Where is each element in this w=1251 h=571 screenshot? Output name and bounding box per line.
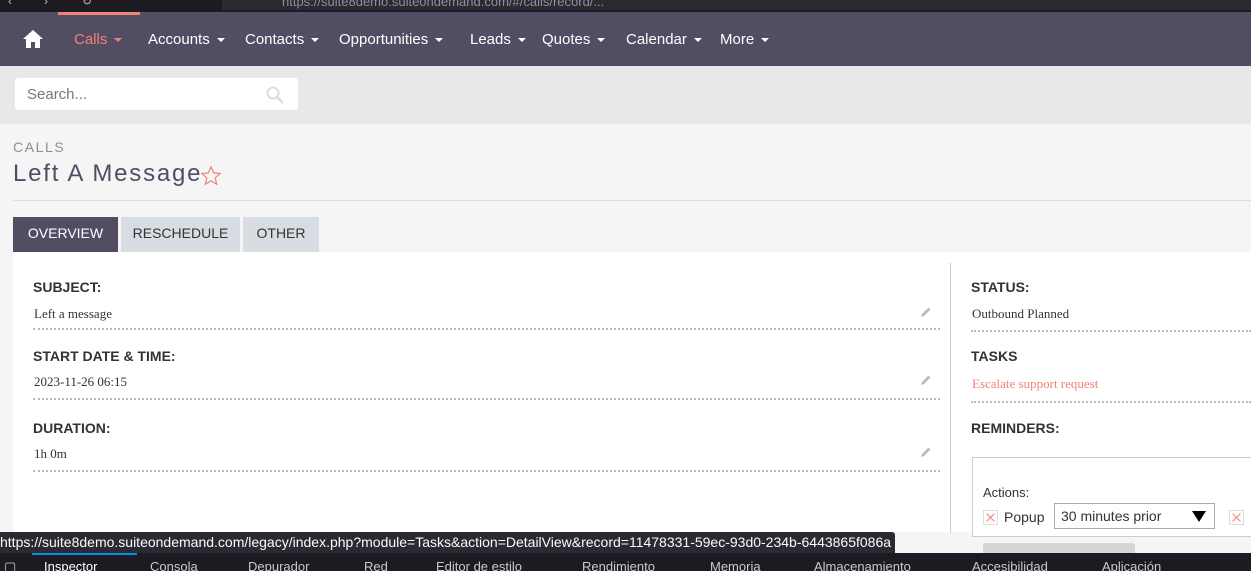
chevron-down-icon [597,38,606,43]
nav-item-calendar[interactable]: Calendar [626,12,702,66]
edit-pencil-icon[interactable] [920,306,932,318]
reminder-timing-value: 30 minutes prior [1061,508,1162,524]
status-value: Outbound Planned [972,306,1070,321]
home-icon[interactable] [22,29,44,49]
chevron-down-icon [311,38,320,43]
reminders-label: REMINDERS: [971,420,1060,436]
nav-item-label: Calls [74,31,108,48]
field-divider [971,330,1251,332]
top-navigation: Calls Accounts Contacts Opportunities Le… [0,12,1251,66]
devtools-tab-debugger[interactable]: Depurador [248,559,309,571]
nav-item-contacts[interactable]: Contacts [245,12,320,66]
nav-item-opportunities[interactable]: Opportunities [339,12,444,66]
active-tab-indicator [32,553,137,555]
chevron-down-icon [761,38,770,43]
favorite-star-icon[interactable] [200,165,222,187]
field-divider [33,470,940,472]
popup-checkbox[interactable] [983,510,998,525]
nav-item-calls[interactable]: Calls [58,12,140,66]
edit-pencil-icon[interactable] [920,374,932,386]
devtools-tab-accessibility[interactable]: Accesibilidad [972,559,1048,571]
devtools-dock-icon[interactable]: ▢ [4,559,16,571]
tab-other[interactable]: OTHER [243,217,319,252]
reload-icon[interactable]: ↻ [82,0,92,8]
devtools-tab-network[interactable]: Red [364,559,388,571]
devtools-tab-performance[interactable]: Rendimiento [582,559,655,571]
devtools-tab-inspector[interactable]: Inspector [44,559,97,571]
edit-pencil-icon[interactable] [920,446,932,458]
nav-item-accounts[interactable]: Accounts [148,12,225,66]
subject-value: Left a message [34,306,112,321]
email-checkbox[interactable] [1229,510,1244,525]
forward-icon[interactable]: › [44,0,48,8]
tab-overview[interactable]: OVERVIEW [13,217,118,252]
chevron-down-icon [216,38,225,43]
start-date-value: 2023-11-26 06:15 [34,374,128,389]
start-date-label: START DATE & TIME: [33,348,176,364]
header-divider [13,200,1251,201]
nav-item-label: Leads [470,31,511,48]
chevron-down-icon [114,38,123,43]
nav-item-quotes[interactable]: Quotes [542,12,606,66]
devtools-tab-console[interactable]: Consola [150,559,198,571]
devtools-tab-memory[interactable]: Memoria [710,559,761,571]
status-link-preview: https://suite8demo.suiteondemand.com/leg… [0,532,896,553]
subject-label: SUBJECT: [33,279,102,295]
duration-value: 1h 0m [34,446,67,461]
page-title: Left A Message [13,160,203,187]
tasks-label: TASKS [971,348,1018,364]
nav-item-label: Quotes [542,31,591,48]
chevron-down-icon [435,38,444,43]
status-label: STATUS: [971,279,1030,295]
nav-item-more[interactable]: More [720,12,770,66]
dropdown-arrow-icon [1192,511,1206,522]
field-divider [971,401,1251,403]
tab-reschedule[interactable]: RESCHEDULE [121,217,240,252]
search-placeholder: Search... [27,86,88,103]
reminder-timing-select[interactable]: 30 minutes prior [1054,503,1215,529]
duration-label: DURATION: [33,420,111,436]
devtools-tab-style-editor[interactable]: Editor de estilo [436,559,522,571]
browser-toolbar: ‹ › ↻ https://suite8demo.suiteondemand.c… [0,0,1251,12]
devtools-toolbar: ▢ Inspector Consola Depurador Red Editor… [0,553,1251,571]
nav-item-label: More [720,31,755,48]
field-divider [33,328,940,330]
popup-label: Popup [1004,509,1045,525]
actions-label: Actions: [983,485,1030,500]
task-link[interactable]: Escalate support request [972,376,1098,392]
nav-item-label: Accounts [148,31,210,48]
module-label: CALLS [13,139,66,155]
chevron-down-icon [693,38,702,43]
search-band: Search... [0,66,1251,124]
field-divider [33,398,940,400]
chevron-down-icon [517,38,526,43]
search-icon[interactable] [266,86,284,104]
devtools-tab-storage[interactable]: Almacenamiento [814,559,911,571]
devtools-tab-application[interactable]: Aplicación [1102,559,1161,571]
add-invitees-button[interactable] [983,543,1135,553]
back-icon[interactable]: ‹ [8,0,12,8]
nav-item-label: Calendar [626,31,687,48]
nav-item-label: Contacts [245,31,305,48]
nav-item-leads[interactable]: Leads [470,12,526,66]
column-divider [950,263,951,533]
address-bar[interactable]: https://suite8demo.suiteondemand.com/#/c… [222,0,1251,10]
search-input[interactable]: Search... [15,78,298,110]
nav-item-label: Opportunities [339,31,429,48]
